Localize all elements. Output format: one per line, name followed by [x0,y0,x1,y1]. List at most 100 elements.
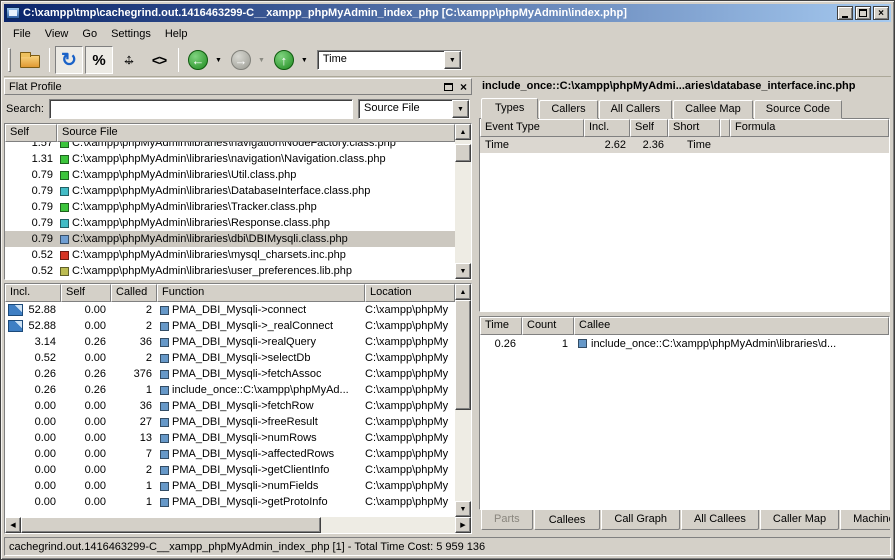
scroll-right-button[interactable]: ▶ [455,517,471,533]
detail-tab[interactable]: All Callers [599,100,673,119]
scrollbar-track[interactable] [455,162,471,263]
scroll-left-button[interactable]: ◀ [5,517,21,533]
column-header-time[interactable]: Time [480,317,522,335]
up-dropdown-arrow[interactable]: ▼ [301,57,308,64]
open-file-button[interactable] [16,46,44,74]
scrollbar-track[interactable] [321,517,455,533]
detail-tab[interactable]: Source Code [754,100,842,119]
maximize-button[interactable] [855,6,871,20]
column-header-called[interactable]: Called [111,284,157,302]
event-type-combo[interactable]: Time ▼ [317,50,462,70]
detail-tab[interactable]: Types [481,98,538,119]
column-header-incl[interactable]: Incl. [584,119,630,137]
detail-tab[interactable]: Machine [840,510,890,530]
function-row[interactable]: 0.00 0.00 7 PMA_DBI_Mysqli->affectedRows… [5,446,455,462]
source-file-row[interactable]: 0.52 C:\xampp\phpMyAdmin\libraries\user_… [5,263,455,279]
source-file-path: C:\xampp\phpMyAdmin\libraries\navigation… [72,142,396,149]
detail-tab[interactable]: Callees [534,510,601,530]
relative-to-parent-button[interactable]: ↔↕ [115,46,143,74]
column-header-incl[interactable]: Incl. [5,284,61,302]
combo-dropdown-button[interactable]: ▼ [444,51,461,69]
scroll-up-button[interactable]: ▲ [455,284,471,300]
group-by-combo[interactable]: Source File ▼ [358,99,470,119]
toolbar-separator [49,48,50,72]
back-dropdown-arrow[interactable]: ▼ [215,57,222,64]
up-button[interactable]: ↑ [270,46,298,74]
function-row[interactable]: 0.00 0.00 1 PMA_DBI_Mysqli->numFields C:… [5,478,455,494]
function-row[interactable]: 0.52 0.00 2 PMA_DBI_Mysqli->selectDb C:\… [5,350,455,366]
source-file-row[interactable]: 0.52 C:\xampp\phpMyAdmin\libraries\mysql… [5,247,455,263]
source-file-row[interactable]: 0.79 C:\xampp\phpMyAdmin\libraries\Track… [5,199,455,215]
column-header-location[interactable]: Location [365,284,455,302]
relative-percent-button[interactable]: % [85,46,113,74]
function-icon [160,402,169,411]
column-header-function[interactable]: Function [157,284,365,302]
scroll-up-button[interactable]: ▲ [455,124,471,140]
menu-item[interactable]: File [6,26,38,42]
detail-tab[interactable]: Callers [539,100,597,119]
scrollbar-thumb[interactable] [21,517,321,533]
toolbar-separator [178,48,179,72]
source-file-row[interactable]: 0.79 C:\xampp\phpMyAdmin\libraries\Datab… [5,183,455,199]
combo-dropdown-button[interactable]: ▼ [452,100,469,118]
function-row[interactable]: 3.14 0.26 36 PMA_DBI_Mysqli->realQuery C… [5,334,455,350]
panel-splitter[interactable] [472,78,479,534]
column-header-count[interactable]: Count [522,317,574,335]
menu-item[interactable]: Settings [104,26,158,42]
function-row[interactable]: 0.00 0.00 13 PMA_DBI_Mysqli->numRows C:\… [5,430,455,446]
app-icon[interactable] [6,7,20,19]
cycle-detection-button[interactable]: ↻ [55,46,83,74]
function-table-horizontal-scrollbar[interactable]: ◀ ▶ [5,517,471,533]
source-file-row[interactable]: 0.79 C:\xampp\phpMyAdmin\libraries\Respo… [5,215,455,231]
column-header-short[interactable]: Short [668,119,720,137]
detail-tab[interactable]: All Callees [681,510,759,530]
source-file-row[interactable]: 1.31 C:\xampp\phpMyAdmin\libraries\navig… [5,151,455,167]
forward-button[interactable]: → [227,46,255,74]
detail-tab[interactable]: Callee Map [673,100,753,119]
minimize-button[interactable] [837,6,853,20]
detail-tab[interactable]: Caller Map [760,510,839,530]
scrollbar-thumb[interactable] [455,300,471,410]
event-type-row[interactable]: Time 2.62 2.36 Time [480,137,889,153]
source-file-row[interactable]: 0.79 C:\xampp\phpMyAdmin\libraries\Util.… [5,167,455,183]
function-table-vertical-scrollbar[interactable]: ▲ ▼ [455,284,471,517]
column-header-source-file[interactable]: Source File [57,124,455,142]
callee-row[interactable]: 0.26 1 include_once::C:\xampp\phpMyAdmin… [480,335,889,352]
function-row[interactable]: 0.26 0.26 1 include_once::C:\xampp\phpMy… [5,382,455,398]
forward-dropdown-arrow[interactable]: ▼ [258,57,265,64]
toolbar-grip[interactable] [8,48,11,72]
search-input[interactable] [49,99,353,119]
column-header-formula[interactable]: Formula [730,119,889,137]
close-dock-icon[interactable]: × [460,81,467,93]
menu-item[interactable]: Help [158,26,195,42]
file-list-vertical-scrollbar[interactable]: ▲ ▼ [455,124,471,279]
shorten-templates-button[interactable]: <> [145,46,173,74]
scrollbar-thumb[interactable] [455,144,471,162]
column-header-self[interactable]: Self [630,119,668,137]
column-header-event-type[interactable]: Event Type [480,119,584,137]
menu-item[interactable]: Go [75,26,104,42]
menu-item[interactable]: View [38,26,76,42]
scroll-down-button[interactable]: ▼ [455,263,471,279]
scroll-down-button[interactable]: ▼ [455,501,471,517]
function-row[interactable]: 0.26 0.26 376 PMA_DBI_Mysqli->fetchAssoc… [5,366,455,382]
detail-tab[interactable]: Parts [481,510,533,530]
column-header-callee[interactable]: Callee [574,317,889,335]
column-header-self[interactable]: Self [5,124,57,142]
function-row[interactable]: 0.00 0.00 36 PMA_DBI_Mysqli->fetchRow C:… [5,398,455,414]
float-dock-icon[interactable] [444,83,453,91]
function-cell: PMA_DBI_Mysqli->connect [157,304,365,316]
function-row[interactable]: 0.00 0.00 1 PMA_DBI_Mysqli->getProtoInfo… [5,494,455,510]
column-header-self[interactable]: Self [61,284,111,302]
scrollbar-track[interactable] [455,410,471,501]
detail-tab[interactable]: Call Graph [601,510,680,530]
function-row[interactable]: 52.88 0.00 2 PMA_DBI_Mysqli->connect C:\… [5,302,455,318]
source-file-row[interactable]: 1.57 C:\xampp\phpMyAdmin\libraries\navig… [5,142,455,151]
function-row[interactable]: 0.00 0.00 2 PMA_DBI_Mysqli->getClientInf… [5,462,455,478]
function-row[interactable]: 0.00 0.00 27 PMA_DBI_Mysqli->freeResult … [5,414,455,430]
back-button[interactable]: ← [184,46,212,74]
function-row[interactable]: 52.88 0.00 2 PMA_DBI_Mysqli->_realConnec… [5,318,455,334]
source-file-row[interactable]: 0.79 C:\xampp\phpMyAdmin\libraries\dbi\D… [5,231,455,247]
close-button[interactable]: × [873,6,889,20]
location-cell: C:\xampp\phpMy [365,416,455,428]
